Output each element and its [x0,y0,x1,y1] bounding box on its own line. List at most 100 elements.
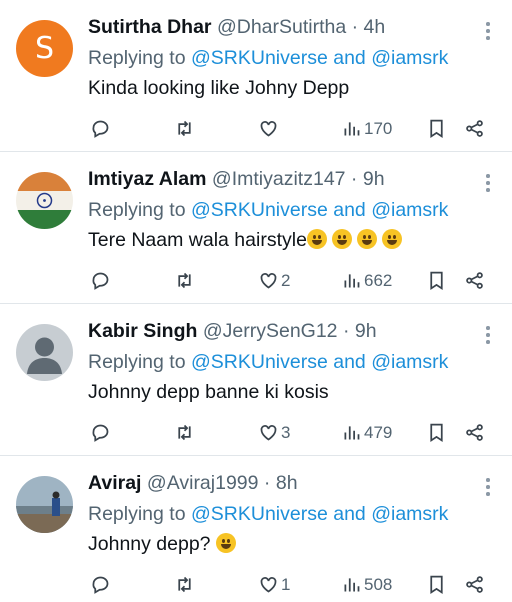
share-icon [466,576,483,593]
user-handle[interactable]: @DharSutirtha [217,16,346,38]
tweet[interactable]: S Sutirtha Dhar @DharSutirtha · 4h Reply… [0,0,512,152]
share-button[interactable] [464,118,485,139]
timestamp[interactable]: 4h [364,16,386,38]
tweet-text: Johnny depp? [88,533,211,555]
reply-button[interactable] [90,270,111,291]
like-button[interactable]: 3 [258,422,290,443]
heart-icon [260,121,277,137]
reply-button[interactable] [90,574,111,595]
bookmark-button[interactable] [426,270,447,291]
heart-icon [260,425,277,441]
heart-icon [260,577,277,593]
reply-icon [92,424,109,442]
display-name[interactable]: Aviraj [88,472,141,494]
like-count: 3 [281,422,291,442]
bookmark-icon [430,271,443,291]
mention-link[interactable]: @SRKUniverse and @iamsrk [191,503,448,525]
tweet[interactable]: Imtiyaz Alam @Imtiyazitz147 · 9h Replyin… [0,152,512,304]
default-user-icon [16,324,73,381]
reply-icon [92,272,109,290]
view-count: 170 [364,118,393,138]
user-handle[interactable]: @Imtiyazitz147 [212,168,346,190]
replying-to-label: Replying to [88,351,186,373]
retweet-icon [178,424,191,441]
display-name[interactable]: Sutirtha Dhar [88,16,212,38]
reply-icon [92,120,109,138]
avatar[interactable] [16,324,73,381]
tweet-text: Kinda looking like Johny Depp [88,77,350,99]
bookmark-icon [430,575,443,595]
analytics-icon [344,274,360,288]
like-button[interactable] [258,118,281,139]
beaming-face-icon [381,229,402,249]
avatar-letter: S [34,31,55,66]
retweet-icon [178,272,191,289]
view-count: 479 [364,422,393,442]
avatar[interactable] [16,476,73,533]
mention-link[interactable]: @SRKUniverse and @iamsrk [191,47,448,69]
display-name[interactable]: Kabir Singh [88,320,197,342]
grinning-face-icon [331,229,352,249]
tears-of-joy-icon [215,533,236,553]
tweet-text: Tere Naam wala hairstyle [88,229,307,251]
analytics-icon [344,426,360,440]
more-options-icon[interactable] [486,478,490,499]
analytics-icon [344,578,360,592]
bookmark-icon [430,423,443,443]
heart-icon [260,273,277,289]
like-button[interactable]: 2 [258,270,290,291]
avatar[interactable]: S [16,20,73,77]
mention-link[interactable]: @SRKUniverse and @iamsrk [191,351,448,373]
retweet-button[interactable] [174,574,195,595]
like-count: 1 [281,574,291,594]
user-handle[interactable]: @Aviraj1999 [147,472,259,494]
india-flag-icon [16,172,73,229]
bookmark-button[interactable] [426,422,447,443]
retweet-button[interactable] [174,118,195,139]
more-options-icon[interactable] [486,174,490,195]
replying-to-label: Replying to [88,199,186,221]
display-name[interactable]: Imtiyaz Alam [88,168,207,190]
bookmark-icon [430,119,443,139]
timestamp[interactable]: 9h [355,320,377,342]
mention-link[interactable]: @SRKUniverse and @iamsrk [191,199,448,221]
views-button[interactable]: 170 [341,118,392,139]
like-button[interactable]: 1 [258,574,290,595]
bookmark-button[interactable] [426,574,447,595]
share-button[interactable] [464,422,485,443]
share-icon [466,120,483,137]
views-button[interactable]: 662 [341,270,392,291]
user-handle[interactable]: @JerrySenG12 [203,320,338,342]
retweet-icon [178,120,191,137]
avatar[interactable] [16,172,73,229]
photo-avatar-icon [16,476,73,533]
retweet-icon [178,576,191,593]
grinning-face-icon [306,229,327,249]
reply-icon [92,576,109,594]
timestamp[interactable]: 9h [363,168,385,190]
tweet[interactable]: Aviraj @Aviraj1999 · 8h Replying to @SRK… [0,456,512,596]
reply-button[interactable] [90,118,111,139]
reply-button[interactable] [90,422,111,443]
retweet-button[interactable] [174,422,195,443]
views-button[interactable]: 508 [341,574,392,595]
tweet[interactable]: Kabir Singh @JerrySenG12 · 9h Replying t… [0,304,512,456]
tweet-text: Johnny depp banne ki kosis [88,381,329,403]
view-count: 508 [364,574,393,594]
view-count: 662 [364,270,393,290]
retweet-button[interactable] [174,270,195,291]
more-options-icon[interactable] [486,22,490,43]
smiling-face-icon [356,229,377,249]
bookmark-button[interactable] [426,118,447,139]
timestamp[interactable]: 8h [276,472,298,494]
like-count: 2 [281,270,291,290]
share-icon [466,272,483,289]
replying-to-label: Replying to [88,503,186,525]
views-button[interactable]: 479 [341,422,392,443]
replying-to-label: Replying to [88,47,186,69]
analytics-icon [344,122,360,136]
share-button[interactable] [464,270,485,291]
share-icon [466,424,483,441]
more-options-icon[interactable] [486,326,490,347]
share-button[interactable] [464,574,485,595]
